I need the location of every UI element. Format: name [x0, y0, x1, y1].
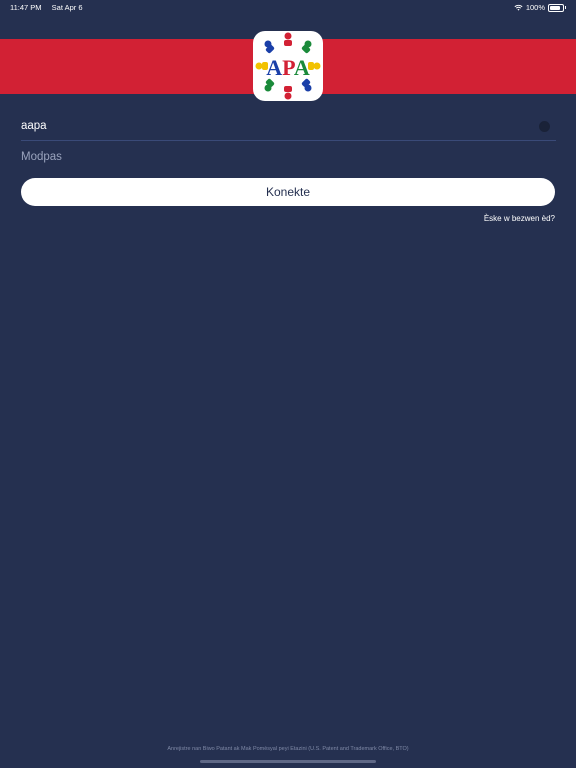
clear-icon[interactable] — [539, 121, 550, 132]
home-indicator[interactable] — [200, 760, 376, 763]
svg-text:APA: APA — [266, 55, 310, 80]
battery-percent: 100% — [525, 3, 545, 12]
username-field[interactable] — [21, 112, 556, 141]
battery-icon — [548, 3, 564, 12]
app-logo: APA — [253, 31, 323, 101]
status-time: 11:47 PM — [10, 3, 42, 12]
status-right: 100% — [514, 3, 566, 12]
battery-fill — [550, 5, 560, 10]
help-link[interactable]: Èske w bezwen èd? — [484, 214, 555, 223]
login-button[interactable]: Konekte — [21, 178, 555, 206]
battery-tip — [565, 6, 566, 9]
status-date: Sat Apr 6 — [51, 3, 83, 12]
trademark-footer: Anrejistre nan Biwo Patant ak Mak Pomèsy… — [167, 746, 409, 752]
status-bar: 11:47 PM Sat Apr 6 100% — [0, 0, 576, 14]
wifi-icon — [514, 4, 523, 11]
password-input[interactable] — [21, 151, 521, 163]
status-left: 11:47 PM Sat Apr 6 — [10, 3, 91, 12]
username-input[interactable] — [21, 120, 521, 132]
password-field[interactable] — [21, 143, 556, 171]
apa-logo-icon: APA — [255, 32, 321, 100]
